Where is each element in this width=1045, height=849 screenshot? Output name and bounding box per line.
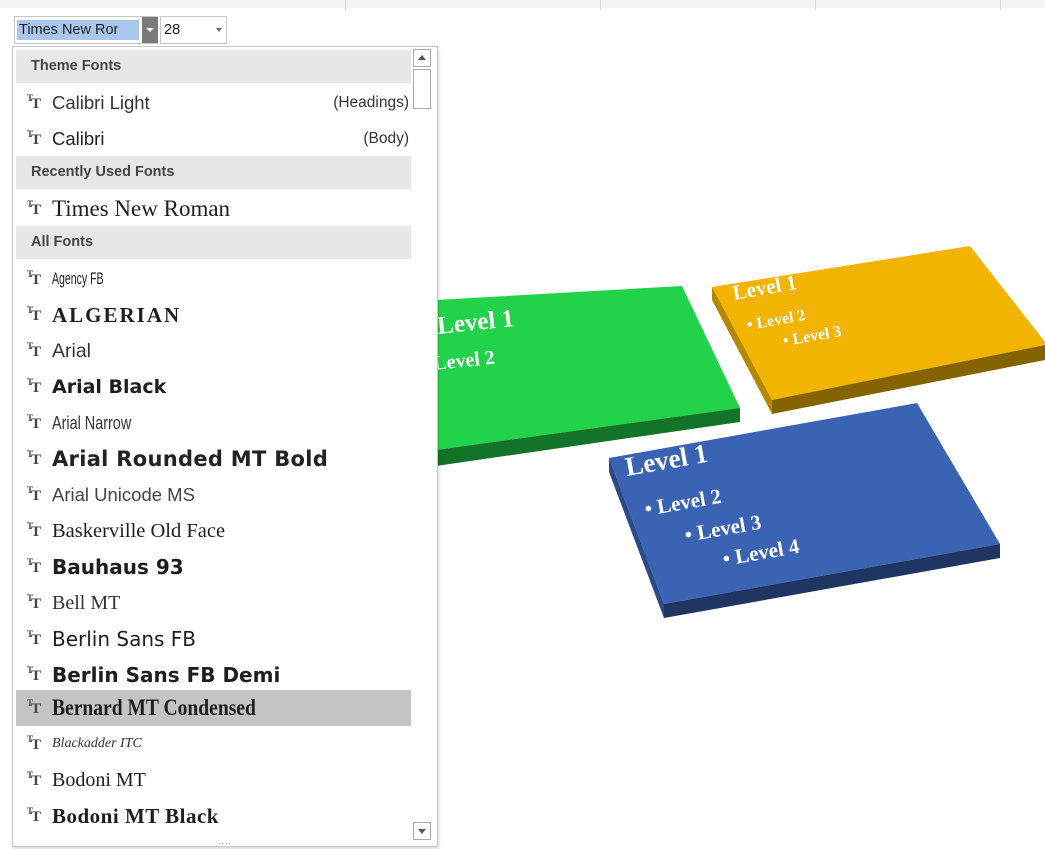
truetype-font-icon: TT <box>27 269 42 288</box>
section-header-recent-fonts: Recently Used Fonts <box>16 156 411 189</box>
font-item-label: Bernard MT Condensed <box>52 695 256 720</box>
font-item-label: Calibri <box>52 128 105 149</box>
truetype-font-icon: TT <box>27 305 42 324</box>
font-dropdown-list[interactable]: Theme Fonts TT Calibri Light (Headings) … <box>12 46 438 847</box>
chevron-down-icon <box>146 28 154 32</box>
orange-block[interactable]: Level 1 • Level 2 • Level 3 <box>712 246 1045 414</box>
font-item-arial-black[interactable]: TT Arial Black <box>16 369 411 405</box>
scroll-thumb[interactable] <box>413 69 431 109</box>
truetype-font-icon: TT <box>27 557 42 576</box>
truetype-font-icon: TT <box>27 377 42 396</box>
arrow-up-icon <box>418 55 426 60</box>
font-item-tag: (Body) <box>363 130 409 147</box>
truetype-font-icon: TT <box>27 734 42 753</box>
font-item-arial-unicode-ms[interactable]: TT Arial Unicode MS <box>16 477 411 513</box>
truetype-font-icon: TT <box>27 629 42 648</box>
font-item-label: Agency FB <box>52 269 104 288</box>
truetype-font-icon: TT <box>27 129 42 148</box>
font-item-berlin-sans-fb-demi[interactable]: TT Berlin Sans FB Demi <box>16 657 411 693</box>
blue-block[interactable]: Level 1 • Level 2 • Level 3 • Level 4 <box>609 403 1000 618</box>
truetype-font-icon: TT <box>27 665 42 684</box>
font-list-scrollbar[interactable] <box>413 49 433 842</box>
font-item-label: Berlin Sans FB <box>52 627 197 651</box>
chevron-down-icon[interactable] <box>216 28 222 32</box>
font-item-arial-narrow[interactable]: TT Arial Narrow <box>16 405 411 441</box>
font-item-label: Times New Roman <box>52 196 231 221</box>
font-item-agency-fb[interactable]: TT Agency FB <box>16 261 411 297</box>
font-item-bernard-mt-condensed[interactable]: TT Bernard MT Condensed <box>16 690 411 726</box>
font-item-bodoni-mt-black[interactable]: TT Bodoni MT Black <box>16 798 411 834</box>
font-item-label: Blackadder ITC <box>52 736 142 751</box>
font-item-calibri[interactable]: TT Calibri (Body) <box>16 121 411 157</box>
font-item-label: Bodoni MT <box>52 769 146 791</box>
arrow-down-icon <box>418 829 426 834</box>
font-item-label: ALGERIAN <box>52 303 182 327</box>
font-size-combo[interactable]: 28 <box>160 16 227 44</box>
resize-grip[interactable]: .... <box>218 836 232 846</box>
truetype-font-icon: TT <box>27 698 42 717</box>
scroll-down-button[interactable] <box>413 822 431 840</box>
font-item-label: Bauhaus 93 <box>52 555 184 579</box>
truetype-font-icon: TT <box>27 521 42 540</box>
font-item-blackadder-itc[interactable]: TT Blackadder ITC <box>16 726 411 762</box>
truetype-font-icon: TT <box>27 806 42 825</box>
font-item-label: Arial Rounded MT Bold <box>52 447 329 471</box>
font-item-times-new-roman[interactable]: TT Times New Roman <box>16 191 411 227</box>
font-item-algerian[interactable]: TT ALGERIAN <box>16 297 411 333</box>
font-name-input[interactable]: Times New Ror <box>17 20 139 40</box>
font-item-calibri-light[interactable]: TT Calibri Light (Headings) <box>16 85 411 121</box>
app-window: Level 1 Level 2 Level 1 • Level 2 • Leve… <box>0 0 1045 849</box>
font-item-bell-mt[interactable]: TT Bell MT <box>16 585 411 621</box>
font-item-label: Bodoni MT Black <box>52 804 219 828</box>
font-item-label: Arial Unicode MS <box>52 484 195 505</box>
truetype-font-icon: TT <box>27 341 42 360</box>
truetype-font-icon: TT <box>27 593 42 612</box>
truetype-font-icon: TT <box>27 413 42 432</box>
font-item-baskerville-old-face[interactable]: TT Baskerville Old Face <box>16 513 411 549</box>
font-dropdown-button[interactable] <box>142 17 158 43</box>
font-item-label: Bell MT <box>52 592 121 614</box>
truetype-font-icon: TT <box>27 93 42 112</box>
font-name-combo[interactable]: Times New Ror <box>14 16 158 44</box>
font-item-label: Arial Black <box>52 376 167 398</box>
section-header-all-fonts: All Fonts <box>16 226 411 259</box>
truetype-font-icon: TT <box>27 770 42 789</box>
truetype-font-icon: TT <box>27 485 42 504</box>
font-item-label: Arial Narrow <box>52 413 132 433</box>
font-item-bauhaus-93[interactable]: TT Bauhaus 93 <box>16 549 411 585</box>
font-item-label: Calibri Light <box>52 92 150 113</box>
font-size-input[interactable]: 28 <box>164 20 180 40</box>
truetype-font-icon: TT <box>27 449 42 468</box>
font-item-bodoni-mt[interactable]: TT Bodoni MT <box>16 762 411 798</box>
truetype-font-icon: TT <box>27 199 42 218</box>
font-item-berlin-sans-fb[interactable]: TT Berlin Sans FB <box>16 621 411 657</box>
font-item-label: Berlin Sans FB Demi <box>52 663 281 687</box>
font-item-arial-rounded-mt-bold[interactable]: TT Arial Rounded MT Bold <box>16 441 411 477</box>
font-item-label: Arial <box>52 340 92 362</box>
font-item-tag: (Headings) <box>333 94 409 111</box>
font-item-label: Baskerville Old Face <box>52 520 226 542</box>
scroll-up-button[interactable] <box>413 49 431 67</box>
font-item-arial[interactable]: TT Arial <box>16 333 411 369</box>
section-header-theme-fonts: Theme Fonts <box>16 50 411 83</box>
